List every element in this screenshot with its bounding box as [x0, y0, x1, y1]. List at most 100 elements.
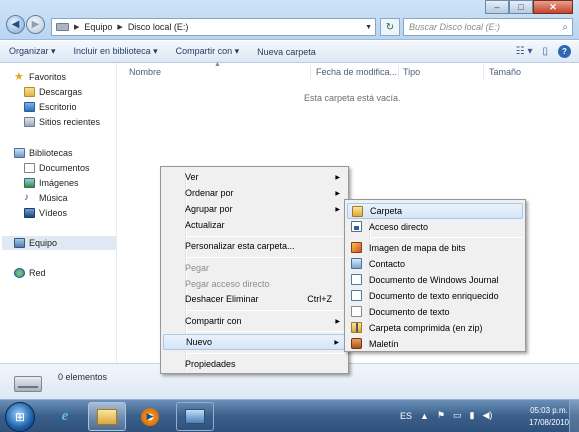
preview-pane-icon[interactable]: ▯ [542, 46, 548, 57]
clock-time: 05:03 p.m. [530, 406, 568, 415]
show-hidden-icons-icon[interactable]: ▲ [420, 411, 429, 421]
refresh-icon: ↻ [385, 21, 395, 33]
videos-icon [24, 208, 35, 218]
menu-item-label: Personalizar esta carpeta... [185, 241, 295, 251]
column-header-date[interactable]: Fecha de modifica... [316, 67, 397, 77]
sidebar-item-documentos[interactable]: Documentos [24, 161, 90, 175]
column-header-name[interactable]: Nombre [129, 67, 161, 77]
taskbar-windows-explorer[interactable] [88, 402, 126, 431]
submenu-item-bitmap[interactable]: Imagen de mapa de bits [347, 240, 523, 256]
share-with-button[interactable]: Compartir con ▾ [167, 46, 249, 57]
refresh-button[interactable]: ↻ [380, 18, 400, 36]
downloads-folder-icon [24, 87, 35, 97]
sidebar-item-label: Equipo [29, 238, 58, 248]
menu-item-label: Documento de texto enriquecido [369, 291, 499, 301]
context-menu: Ver ▶ Ordenar por ▶ Agrupar por ▶ Actual… [160, 166, 349, 374]
menu-item-customize[interactable]: Personalizar esta carpeta... [163, 238, 346, 254]
menu-separator [187, 257, 346, 258]
sidebar-item-sitios-recientes[interactable]: Sitios recientes [24, 115, 100, 129]
sidebar-item-videos[interactable]: Vídeos [24, 206, 67, 220]
minimize-button[interactable]: – [485, 0, 509, 14]
menu-item-label: Pegar acceso directo [185, 279, 270, 289]
language-indicator[interactable]: ES [400, 411, 412, 421]
sidebar-item-descargas[interactable]: Descargas [24, 85, 82, 99]
menu-item-share-with[interactable]: Compartir con ▶ [163, 313, 346, 329]
menu-item-view[interactable]: Ver ▶ [163, 169, 346, 185]
column-header-size[interactable]: Tamaño [489, 67, 521, 77]
sidebar-item-escritorio[interactable]: Escritorio [24, 100, 77, 114]
sidebar-item-red[interactable]: Red [14, 266, 46, 280]
remote-desktop-icon [185, 409, 205, 424]
taskbar-media-player[interactable]: ▶ [131, 402, 169, 431]
submenu-item-folder[interactable]: Carpeta [347, 203, 523, 219]
sidebar-item-equipo[interactable]: Equipo [2, 236, 116, 250]
forward-button[interactable]: ▶ [26, 15, 45, 34]
menu-item-refresh[interactable]: Actualizar [163, 217, 346, 233]
breadcrumb-disco-local[interactable]: Disco local (E:) [128, 22, 189, 32]
menu-item-label: Ordenar por [185, 188, 234, 198]
menu-item-label: Propiedades [185, 359, 236, 369]
back-button[interactable]: ◀ [6, 15, 25, 34]
column-divider[interactable] [398, 65, 399, 79]
menu-item-properties[interactable]: Propiedades [163, 356, 346, 372]
submenu-item-shortcut[interactable]: Acceso directo [347, 219, 523, 235]
view-options-icon[interactable]: ☷ ▾ [516, 46, 533, 57]
menu-item-undo-delete[interactable]: Deshacer Eliminar Ctrl+Z [163, 291, 346, 307]
action-center-flag-icon[interactable]: ⚑ [437, 410, 445, 421]
sidebar-item-imagenes[interactable]: Imágenes [24, 176, 79, 190]
submenu-arrow-icon: ▶ [335, 206, 340, 213]
submenu-arrow-icon: ▶ [335, 318, 340, 325]
include-in-library-button[interactable]: Incluir en biblioteca ▾ [65, 46, 167, 57]
new-folder-button[interactable]: Nueva carpeta [248, 47, 325, 57]
submenu-item-rich-text[interactable]: Documento de texto enriquecido [347, 288, 523, 304]
sidebar-item-musica[interactable]: ♪ Música [24, 191, 68, 205]
sidebar-item-label: Documentos [39, 163, 90, 173]
maximize-button[interactable]: □ [509, 0, 533, 14]
search-input[interactable]: Buscar Disco local (E:) ⌕ [403, 18, 573, 36]
clock[interactable]: 05:03 p.m. 17/08/2010 [529, 405, 569, 429]
sidebar-item-label: Favoritos [29, 72, 67, 82]
address-bar[interactable]: ▶ Equipo ▶ Disco local (E:) ▼ [51, 18, 376, 36]
clock-date: 17/08/2010 [528, 418, 569, 427]
network-signal-icon[interactable]: ▮ [470, 410, 475, 421]
start-button[interactable]: ⊞ [5, 402, 35, 432]
menu-item-label: Carpeta [370, 206, 403, 216]
menu-item-group-by[interactable]: Agrupar por ▶ [163, 201, 346, 217]
submenu-item-zip[interactable]: Carpeta comprimida (en zip) [347, 320, 523, 336]
submenu-item-text[interactable]: Documento de texto [347, 304, 523, 320]
menu-item-label: Maletín [369, 339, 399, 349]
menu-separator [371, 237, 523, 238]
sidebar-item-label: Vídeos [39, 208, 68, 218]
breadcrumb-equipo[interactable]: Equipo [84, 22, 112, 32]
breadcrumb-separator-icon: ▶ [74, 24, 80, 31]
menu-item-label: Agrupar por [185, 204, 233, 214]
bitmap-image-icon [351, 242, 362, 253]
menu-item-sort-by[interactable]: Ordenar por ▶ [163, 185, 346, 201]
column-divider[interactable] [483, 65, 484, 79]
help-icon[interactable]: ? [558, 45, 571, 58]
sidebar-item-favorites[interactable]: ★ Favoritos [14, 70, 66, 84]
menu-item-paste[interactable]: Pegar [163, 260, 346, 276]
close-button[interactable]: ✕ [533, 0, 573, 14]
submenu-item-contact[interactable]: Contacto [347, 256, 523, 272]
submenu-item-journal[interactable]: Documento de Windows Journal [347, 272, 523, 288]
submenu-item-briefcase[interactable]: Maletín [347, 336, 523, 352]
menu-item-new[interactable]: Nuevo ▶ [163, 334, 346, 350]
hard-drive-icon [14, 376, 42, 392]
show-desktop-button[interactable] [569, 400, 579, 432]
address-dropdown-icon[interactable]: ▼ [365, 24, 372, 31]
column-divider[interactable] [310, 65, 311, 79]
display-icon[interactable]: ▭ [453, 410, 462, 421]
submenu-arrow-icon: ▶ [334, 339, 339, 346]
sidebar-item-libraries[interactable]: Bibliotecas [14, 146, 73, 160]
text-document-icon [351, 306, 362, 317]
taskbar-internet-explorer[interactable]: e [46, 402, 84, 431]
contact-icon [351, 258, 362, 269]
organize-button[interactable]: Organizar ▾ [0, 46, 65, 57]
menu-item-paste-shortcut[interactable]: Pegar acceso directo [163, 276, 346, 292]
internet-explorer-icon: e [61, 408, 69, 424]
taskbar-remote-desktop[interactable] [176, 402, 214, 431]
menu-item-label: Documento de texto [369, 307, 450, 317]
volume-icon[interactable]: ◀) [482, 410, 492, 421]
column-header-type[interactable]: Tipo [403, 67, 420, 77]
